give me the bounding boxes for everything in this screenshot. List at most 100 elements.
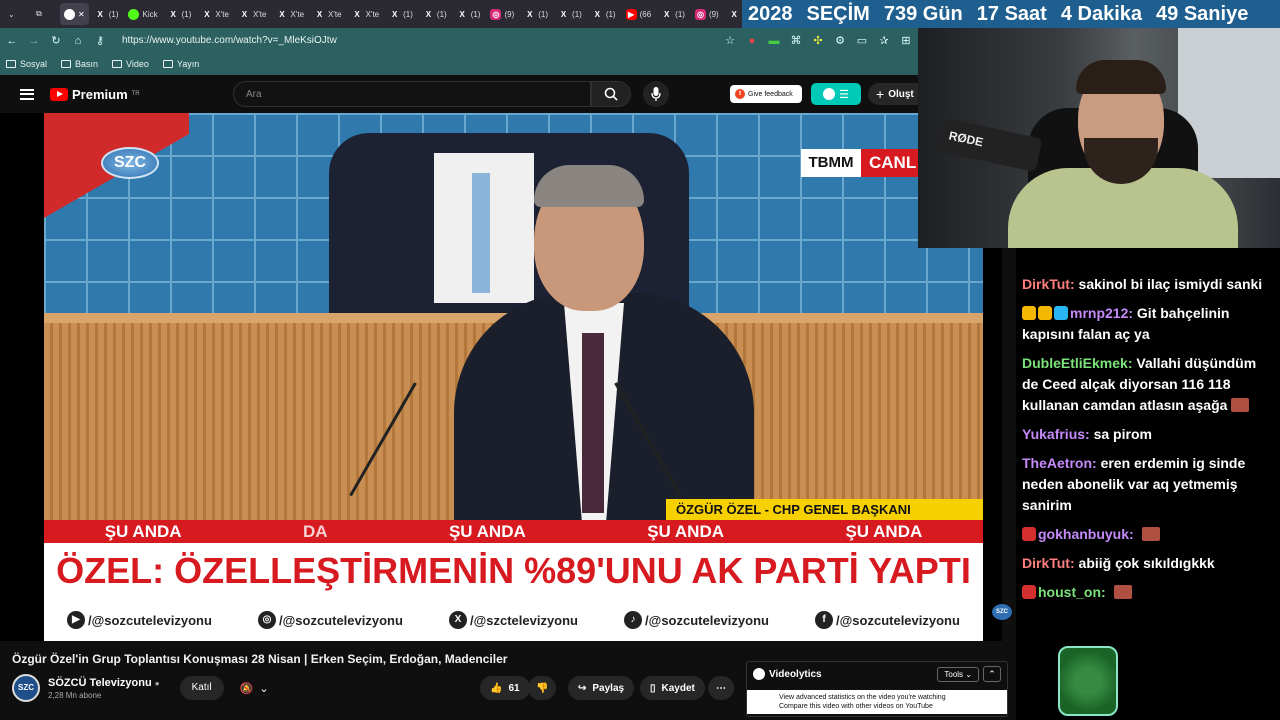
bookmark-folder[interactable]: Yayın <box>162 59 199 69</box>
videolytics-features: View advanced statistics on the video yo… <box>747 690 1007 714</box>
extensions-icon[interactable]: ⚙ <box>834 35 846 47</box>
tab-active-youtube[interactable]: ✕ <box>60 3 89 25</box>
more-actions-button[interactable]: ⋯ <box>708 676 734 700</box>
url-field[interactable]: https://www.youtube.com/watch?v=_MleKsiO… <box>122 35 714 46</box>
chat-message: DirkTut: abiiğ çok sıkıldıgkkk <box>1022 555 1215 571</box>
favorites-icon[interactable]: ✰ <box>878 35 890 47</box>
browser-tab[interactable]: X (1) <box>520 3 552 25</box>
browser-tab[interactable]: X X'te <box>197 3 233 25</box>
chat-username[interactable]: TheAetron <box>1022 455 1092 471</box>
countdown-hours: 17 <box>976 2 1000 25</box>
bookmark-folder[interactable]: Sosyal <box>6 59 47 69</box>
tubebuddy-icon <box>823 88 836 100</box>
extension-icon[interactable]: ▬ <box>768 35 780 47</box>
thumbs-up-icon: 👍 <box>490 682 503 694</box>
browser-tab[interactable]: X (1) <box>385 3 417 25</box>
browser-tab[interactable]: X (1) <box>657 3 689 25</box>
tab-label: X'te <box>290 9 305 19</box>
x-icon: X <box>425 9 432 19</box>
browser-tab[interactable]: ◎ (9) <box>486 3 518 25</box>
tab-label: (1) <box>605 9 616 19</box>
bookmark-folder[interactable]: Video <box>112 59 149 69</box>
back-icon[interactable]: ← <box>6 35 18 47</box>
extension-icon[interactable]: ✣ <box>812 35 824 47</box>
like-button[interactable]: 👍 61 <box>480 676 530 700</box>
browser-tab[interactable]: X (1) <box>419 3 451 25</box>
join-button[interactable]: Katıl <box>179 676 224 700</box>
chat-username[interactable]: DirkTut <box>1022 276 1070 292</box>
tab-label: (1) <box>403 9 413 19</box>
site-info-icon[interactable]: ⚷ <box>94 35 106 47</box>
chat-text: abiiğ çok sıkıldıgkkk <box>1078 555 1215 571</box>
browser-tab[interactable]: Kick <box>124 3 161 25</box>
notification-bell-button[interactable]: 🔕 ⌄ <box>240 676 280 700</box>
tab-label: (1) <box>436 9 447 19</box>
szc-mini-logo: SZC <box>992 604 1012 620</box>
tab-label: (1) <box>675 9 685 19</box>
bookmark-star-icon[interactable]: ☆ <box>724 35 736 47</box>
chat-badge-icon <box>1022 585 1036 599</box>
workspaces-icon[interactable]: ⧉ <box>32 3 58 25</box>
tab-label: X'te <box>328 9 342 19</box>
countdown-year: 2028 <box>748 2 793 25</box>
tab-list-button[interactable]: ⌄ <box>4 3 30 25</box>
youtube-icon <box>64 8 75 20</box>
tools-dropdown[interactable]: Tools ⌄ <box>937 666 979 682</box>
share-button[interactable]: ↪ Paylaş <box>568 676 635 700</box>
chat-username[interactable]: houst_on <box>1038 584 1101 600</box>
chat-username[interactable]: mrnp212 <box>1070 305 1128 321</box>
browser-tab[interactable]: X (1) <box>91 3 123 25</box>
sidebar-icon[interactable]: ▭ <box>856 35 868 47</box>
browser-tab[interactable]: ◎ (9) <box>691 3 723 25</box>
youtube-logo[interactable]: Premium TR <box>50 87 140 102</box>
save-button[interactable]: ▯ Kaydet <box>640 676 705 700</box>
chat-text: sakinol bi ilaç ismiydi sanki <box>1078 276 1263 292</box>
chat-username[interactable]: Yukafrius <box>1022 426 1085 442</box>
x-icon: X <box>527 9 533 19</box>
channel-name[interactable]: SÖZCÜ Televizyonu <box>48 677 152 689</box>
x-icon: X <box>391 9 398 19</box>
channel-row: SZC SÖZCÜ Televizyonu ● 2,28 Mn abone Ka… <box>12 674 280 702</box>
browser-tab[interactable]: X X'te <box>310 3 346 25</box>
collections-icon[interactable]: ⊞ <box>900 35 912 47</box>
browser-tab[interactable]: X (1) <box>453 3 485 25</box>
chat-username[interactable]: gokhanbuyuk <box>1038 526 1129 542</box>
forward-icon[interactable]: → <box>28 35 40 47</box>
video-player[interactable]: SZC TBMM CANL ÖZGÜR ÖZEL - CHP GENEL BAŞK… <box>44 113 983 641</box>
chat-emote-icon <box>1231 398 1250 412</box>
menu-icon[interactable] <box>20 88 34 100</box>
instagram-icon: ◎ <box>694 8 706 20</box>
browser-tab[interactable]: X X'te <box>235 3 271 25</box>
countdown-hours-label: Saat <box>1004 2 1047 25</box>
browser-tab[interactable]: ▶ (66 <box>622 3 656 25</box>
search-button[interactable] <box>591 81 631 107</box>
tubebuddy-button[interactable]: ☰ <box>811 83 861 105</box>
bookmark-folder[interactable]: Basın <box>61 59 98 69</box>
more-icon: ⋯ <box>716 682 726 694</box>
search-input[interactable]: Ara <box>233 81 591 107</box>
countdown-minutes-label: Dakika <box>1077 2 1143 25</box>
extension-icon[interactable]: ● <box>746 35 758 47</box>
browser-tab[interactable]: X X'te <box>272 3 308 25</box>
bell-off-icon: 🔕 <box>239 682 254 695</box>
chat-username[interactable]: DubleEtliEkmek <box>1022 355 1128 371</box>
extension-icon[interactable]: ⌘ <box>790 35 802 47</box>
browser-tab[interactable]: X (1) <box>164 3 196 25</box>
folder-icon <box>112 60 123 68</box>
szc-channel-logo: SZC <box>101 147 159 179</box>
chat-username[interactable]: DirkTut <box>1022 555 1070 571</box>
browser-tab[interactable]: X (1) <box>554 3 586 25</box>
home-icon[interactable]: ⌂ <box>72 35 84 47</box>
reload-icon[interactable]: ↻ <box>50 35 62 47</box>
browser-tab[interactable]: X X'te <box>348 3 384 25</box>
give-feedback-button[interactable]: t Give feedback <box>730 85 802 103</box>
countdown-seconds-label: Saniye <box>1183 2 1249 25</box>
dislike-button[interactable]: 👎 <box>528 676 557 700</box>
voice-search-button[interactable] <box>643 81 669 107</box>
browser-tab[interactable]: X (1) <box>588 3 620 25</box>
chat-emote-icon <box>1113 585 1132 599</box>
folder-icon <box>6 60 16 68</box>
close-icon[interactable]: ✕ <box>78 10 85 19</box>
collapse-button[interactable]: ⌃ <box>983 666 1001 682</box>
channel-avatar[interactable]: SZC <box>12 674 40 702</box>
